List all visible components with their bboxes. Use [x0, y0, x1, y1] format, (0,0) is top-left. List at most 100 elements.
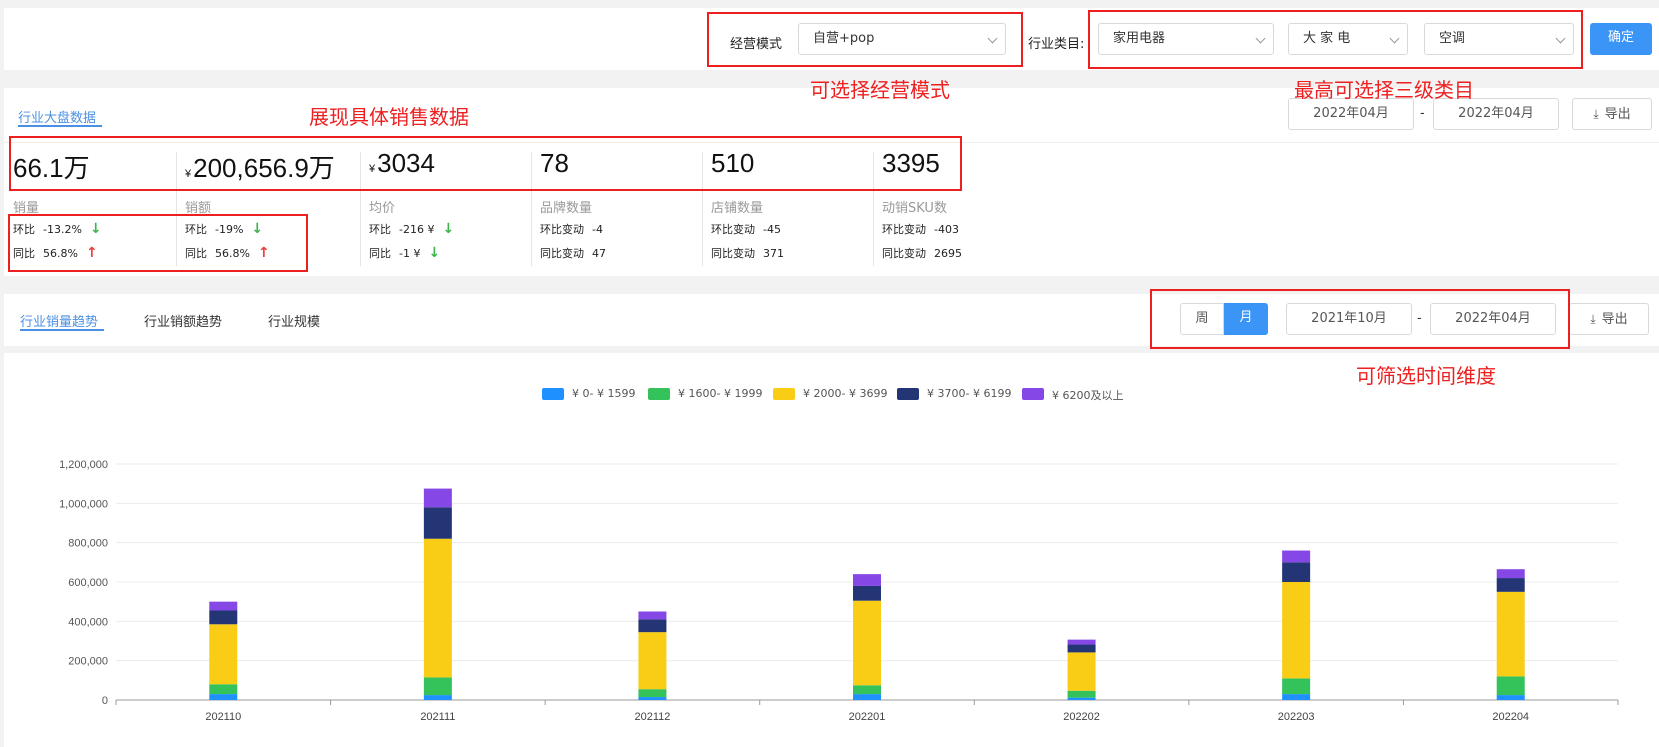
annotation-time-text: 可筛选时间维度: [1356, 364, 1496, 388]
y-tick-label: 600,000: [68, 577, 108, 589]
bar-segment: [638, 619, 667, 633]
metric-compare-row: 环比 -216 ¥ ↓: [369, 221, 454, 237]
bar-segment: [1282, 562, 1311, 582]
bar-segment: [423, 488, 452, 508]
annotation-box-category: [1088, 10, 1583, 69]
tab-industry-overview[interactable]: 行业大盘数据: [18, 107, 96, 126]
bar-segment: [853, 685, 881, 695]
metric-compare-row: 同比变动 47: [540, 245, 606, 261]
export-label: 导出: [1604, 107, 1631, 122]
compare-value: -1 ¥: [399, 247, 421, 260]
compare-label: 同比变动: [540, 247, 584, 260]
download-icon: ⤓: [1590, 312, 1596, 326]
compare-label: 同比变动: [882, 247, 926, 260]
compare-value: 47: [592, 247, 606, 260]
tab-sales-volume-trend[interactable]: 行业销量趋势: [20, 311, 98, 330]
compare-label: 环比变动: [711, 223, 755, 236]
bar-segment: [423, 695, 452, 700]
x-tick-label: 202110: [205, 711, 241, 723]
bar-segment: [1496, 569, 1525, 579]
metric-compare-row: 同比变动 371: [711, 245, 784, 261]
bar-segment: [1496, 578, 1525, 592]
bar-segment: [638, 632, 667, 690]
bar-segment: [1067, 644, 1096, 653]
annotation-category-text: 最高可选择三级类目: [1294, 78, 1474, 102]
bar-segment: [423, 538, 452, 678]
annotation-sales-text: 展现具体销售数据: [309, 105, 469, 129]
y-tick-label: 0: [102, 695, 108, 707]
annotation-box-compare: [8, 214, 308, 272]
bar-segment: [1067, 697, 1096, 700]
bar-segment: [638, 689, 667, 698]
bar-segment: [1496, 591, 1525, 677]
bar-segment: [1282, 582, 1311, 679]
bar-segment: [209, 684, 238, 695]
metric-compare-row: 环比变动 -403: [882, 221, 959, 237]
annotation-box-sales: [9, 136, 962, 191]
metric-compare-row: 同比 -1 ¥ ↓: [369, 245, 440, 261]
download-icon: ⤓: [1593, 107, 1599, 121]
tab-underline: [20, 329, 104, 331]
bar-segment: [209, 694, 238, 700]
metric-compare-row: 环比变动 -4: [540, 221, 603, 237]
bar-segment: [209, 601, 238, 611]
bar-segment: [1282, 694, 1311, 700]
bar-segment: [1067, 652, 1096, 691]
chart-panel: ¥ 0- ¥ 1599 ¥ 1600- ¥ 1999 ¥ 2000- ¥ 3699 ¥…: [4, 353, 1659, 747]
bar-segment: [209, 624, 238, 685]
bar-segment: [1067, 639, 1096, 645]
bar-segment: [638, 697, 667, 700]
metric-label: 店铺数量: [711, 201, 764, 216]
bar-segment: [853, 694, 881, 700]
stacked-bar-chart: 0 200,000 400,000 600,000 800,000 1,000,000 1,…: [59, 459, 1619, 723]
y-tick-label: 800,000: [68, 538, 108, 550]
compare-value: -4: [592, 223, 603, 236]
compare-value: -403: [934, 223, 959, 236]
bar-segment: [1282, 550, 1311, 563]
compare-label: 环比: [369, 223, 391, 236]
bar-segment: [1067, 690, 1096, 698]
bar-segment: [853, 585, 881, 601]
metric-label: 品牌数量: [540, 201, 593, 216]
annotation-box-mode: [707, 12, 1023, 67]
y-tick-label: 200,000: [68, 656, 108, 668]
tab-industry-scale[interactable]: 行业规模: [268, 311, 320, 330]
category-label: 行业类目:: [1028, 37, 1085, 52]
bar-segment: [853, 574, 881, 586]
metric-label: 均价: [369, 201, 396, 216]
bar-segment: [853, 600, 881, 686]
export-button[interactable]: ⤓ 导出: [1572, 98, 1652, 130]
compare-label: 环比变动: [540, 223, 584, 236]
x-tick-label: 202111: [420, 711, 455, 723]
y-tick-label: 400,000: [68, 616, 108, 628]
trend-export-label: 导出: [1601, 312, 1628, 327]
compare-label: 环比变动: [882, 223, 926, 236]
x-tick-label: 202203: [1278, 711, 1315, 723]
annotation-box-time: [1150, 289, 1570, 349]
y-tick-label: 1,200,000: [59, 459, 108, 471]
compare-label: 同比: [369, 247, 391, 260]
x-tick-label: 202112: [634, 711, 670, 723]
annotation-mode-text: 可选择经营模式: [810, 78, 950, 102]
compare-label: 同比变动: [711, 247, 755, 260]
x-tick-label: 202204: [1492, 711, 1529, 723]
metric-label: 动销SKU数: [882, 201, 947, 216]
tab-sales-amount-trend[interactable]: 行业销额趋势: [144, 311, 222, 330]
date-separator: -: [1420, 106, 1425, 121]
compare-value: 2695: [934, 247, 962, 260]
bar-segment: [423, 507, 452, 539]
bar-segment: [638, 611, 667, 620]
trend-export-button[interactable]: ⤓ 导出: [1569, 303, 1649, 335]
bar-segment: [1282, 678, 1311, 695]
bar-segment: [1496, 695, 1525, 700]
compare-value: -216 ¥: [399, 223, 435, 236]
x-tick-label: 202202: [1063, 711, 1100, 723]
metric-compare-row: 同比变动 2695: [882, 245, 962, 261]
arrow-down-icon: ↓: [428, 245, 441, 261]
bar-segment: [423, 677, 452, 696]
y-tick-label: 1,000,000: [59, 498, 108, 510]
metric-compare-row: 环比变动 -45: [711, 221, 781, 237]
confirm-button[interactable]: 确定: [1590, 23, 1652, 55]
bar-segment: [1496, 676, 1525, 696]
bar-segment: [209, 610, 238, 625]
